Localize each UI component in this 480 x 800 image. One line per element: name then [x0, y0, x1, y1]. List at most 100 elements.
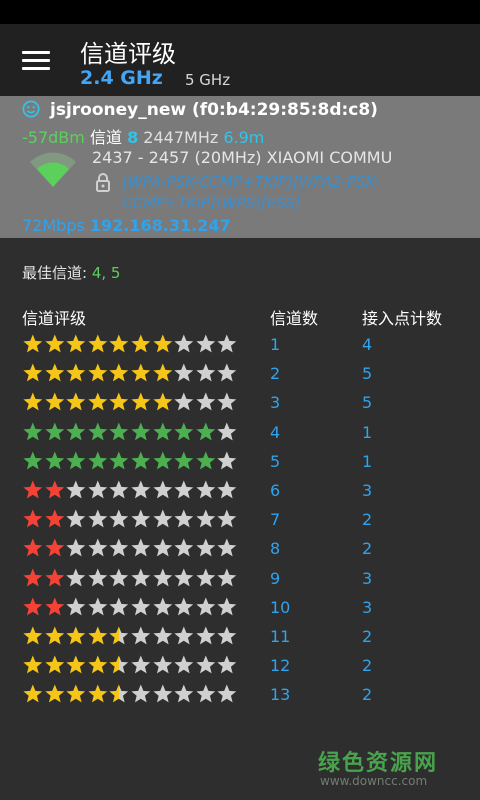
star-icon — [23, 334, 43, 353]
star-icon — [174, 451, 194, 470]
star-icon — [88, 626, 108, 645]
frequency-value: 2447MHz — [143, 128, 219, 147]
star-icon — [109, 655, 129, 674]
star-icon — [174, 684, 194, 703]
star-icon — [66, 626, 86, 645]
ap-count: 2 — [362, 627, 373, 646]
table-row: 72 — [0, 508, 480, 537]
star-icon — [88, 422, 108, 441]
star-icon — [109, 684, 129, 703]
app-bar: 信道评级 2.4 GHz 5 GHz — [0, 24, 480, 96]
star-icon — [131, 451, 151, 470]
star-icon — [88, 597, 108, 616]
range-value: 2437 - 2457 (20MHz) — [92, 148, 262, 167]
star-icon — [66, 334, 86, 353]
ssid-label: jsjrooney_new (f0:b4:29:85:8d:c8) — [50, 100, 378, 120]
star-icon — [66, 392, 86, 411]
star-icon — [88, 480, 108, 499]
header-ap-count: 接入点计数 — [362, 309, 443, 328]
channel-number: 6 — [270, 481, 281, 500]
star-icon — [152, 422, 172, 441]
distance-value: 6.9m — [223, 128, 265, 147]
star-icon — [88, 655, 108, 674]
star-icon — [131, 422, 151, 441]
tab-2-4ghz[interactable]: 2.4 GHz — [80, 67, 163, 89]
ap-count: 2 — [362, 685, 373, 705]
star-icon — [217, 655, 237, 674]
star-icon — [66, 684, 86, 703]
star-icon — [174, 363, 194, 382]
star-icon — [23, 568, 43, 587]
star-rating — [22, 362, 238, 384]
star-icon — [88, 538, 108, 557]
table-row: 41 — [0, 421, 480, 450]
star-icon — [23, 626, 43, 645]
channel-value: 8 — [127, 128, 139, 147]
star-icon — [109, 568, 129, 587]
star-icon — [217, 392, 237, 411]
star-icon — [109, 538, 129, 557]
star-icon — [44, 334, 64, 353]
star-icon — [196, 597, 215, 616]
star-icon — [88, 363, 108, 382]
channel-number: 12 — [270, 656, 291, 676]
star-icon — [174, 568, 194, 587]
channel-number: 3 — [270, 393, 281, 413]
star-icon — [88, 509, 108, 528]
ap-count: 1 — [362, 422, 373, 442]
star-icon — [217, 509, 237, 528]
star-icon — [88, 451, 108, 470]
channel-number: 11 — [270, 627, 291, 646]
table-row: 51 — [0, 450, 480, 479]
star-icon — [196, 334, 215, 353]
star-icon — [152, 480, 172, 499]
star-icon — [44, 451, 64, 470]
star-icon — [174, 334, 194, 353]
star-icon — [196, 363, 215, 382]
best-channel-label: 最佳信道: — [22, 264, 88, 282]
star-rating — [22, 625, 238, 647]
link-speed: 72Mbps — [22, 216, 85, 235]
star-icon — [44, 480, 64, 499]
ip-address: 192.168.31.247 — [89, 216, 231, 235]
star-icon — [174, 480, 194, 499]
channel-number: 7 — [270, 510, 281, 530]
channel-label: 信道 — [89, 128, 122, 147]
star-icon — [23, 684, 43, 703]
star-icon — [109, 597, 129, 616]
star-icon — [66, 509, 86, 528]
channel-number: 13 — [270, 685, 291, 705]
star-rating — [22, 683, 238, 705]
channel-number: 4 — [270, 422, 281, 442]
connected-network-card[interactable]: jsjrooney_new (f0:b4:29:85:8d:c8) -57dBm… — [0, 96, 480, 238]
star-icon — [109, 392, 129, 411]
star-icon — [44, 597, 64, 616]
table-row: 63 — [0, 479, 480, 508]
watermark-brand: 绿色资源网 — [318, 751, 439, 776]
star-icon — [88, 684, 108, 703]
star-icon — [44, 684, 64, 703]
wifi-signal-icon — [30, 152, 76, 187]
star-icon — [109, 363, 129, 382]
star-icon — [131, 568, 151, 587]
star-icon — [217, 451, 237, 470]
star-icon — [196, 392, 215, 411]
watermark-url: www.downcc.com — [320, 774, 428, 788]
star-icon — [109, 626, 129, 645]
menu-icon[interactable] — [22, 51, 50, 71]
table-row: 14 — [0, 333, 480, 362]
table-row: 82 — [0, 537, 480, 566]
star-icon — [217, 538, 237, 557]
star-icon — [196, 509, 215, 528]
star-rating — [22, 654, 238, 676]
star-icon — [196, 480, 215, 499]
star-icon — [66, 538, 86, 557]
star-icon — [131, 392, 151, 411]
page-title: 信道评级 — [80, 40, 176, 68]
star-icon — [23, 480, 43, 499]
star-icon — [174, 538, 194, 557]
star-icon — [217, 422, 237, 441]
star-icon — [196, 684, 215, 703]
star-icon — [66, 480, 86, 499]
tab-5ghz[interactable]: 5 GHz — [185, 71, 230, 89]
